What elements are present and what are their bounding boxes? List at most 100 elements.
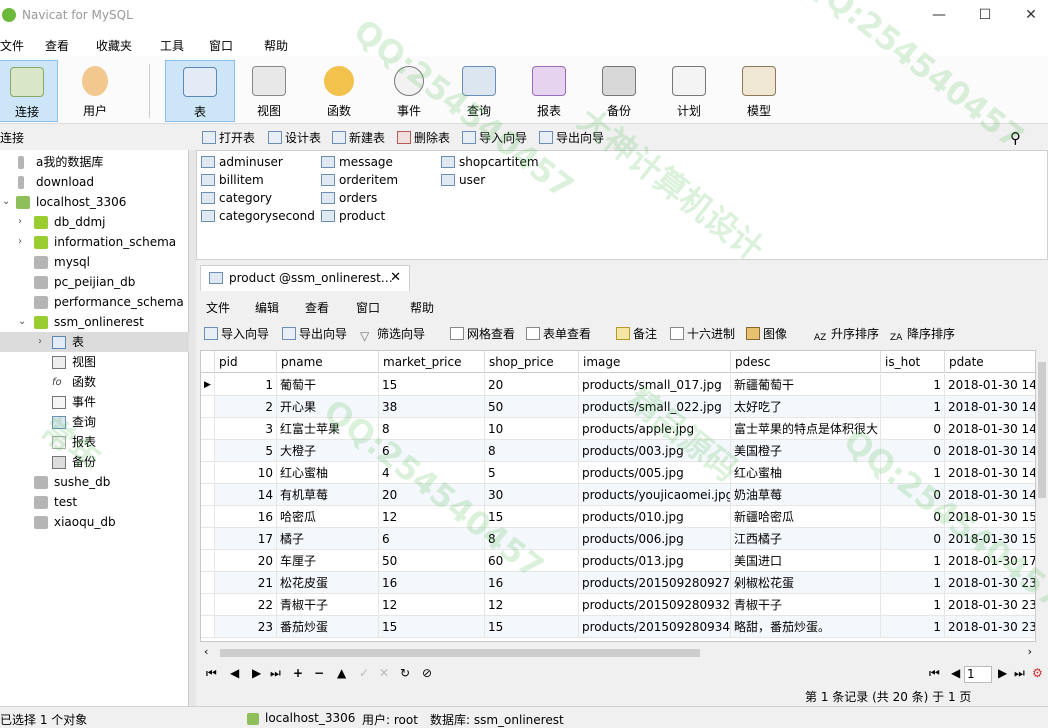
menu-favorites[interactable]: 收藏夹 [96,37,132,54]
column-header-market_price[interactable]: market_price [379,351,485,373]
cell-pdate[interactable]: 2018-01-30 23:31 [945,594,1035,616]
editor-menu-window[interactable]: 窗口 [356,299,380,316]
hex-button[interactable]: 十六进制 [670,325,735,343]
tree-item-my-db[interactable]: a我的数据库 [0,152,189,172]
tree-item-performance_schema[interactable]: performance_schema [0,292,189,312]
cell-image[interactable]: products/apple.jpg [579,418,731,440]
cell-is_hot[interactable]: 1 [881,462,945,484]
cell-market_price[interactable]: 4 [379,462,485,484]
cell-market_price[interactable]: 16 [379,572,485,594]
cell-shop_price[interactable]: 30 [485,484,579,506]
toolbar-report-button[interactable]: 报表 [518,60,580,122]
toolbar-function-button[interactable]: 函数 [308,60,370,122]
chevron-down-icon[interactable]: ⌄ [2,192,10,212]
cell-shop_price[interactable]: 10 [485,418,579,440]
table-item-message[interactable]: message [321,153,393,171]
tree-item-db_ddmj[interactable]: › db_ddmj [0,212,189,232]
cell-pid[interactable]: 2 [215,396,277,418]
first-page-icon[interactable]: ⏮ [929,666,940,681]
table-item-adminuser[interactable]: adminuser [201,153,283,171]
row-indicator[interactable] [201,616,215,638]
tree-item-functions[interactable]: fo 函数 [0,372,189,392]
chevron-right-icon[interactable]: › [18,212,22,232]
tree-item-xiaoqu_db[interactable]: xiaoqu_db [0,512,189,532]
sort-desc-button[interactable]: ZA 降序排序 [890,325,955,343]
cell-image[interactable]: products/small_022.jpg [579,396,731,418]
cell-image[interactable]: products/youjicaomei.jpg [579,484,731,506]
cell-shop_price[interactable]: 16 [485,572,579,594]
tab-close-icon[interactable]: ✕ [390,266,401,290]
last-record-icon[interactable]: ⏭ [270,666,281,681]
cell-market_price[interactable]: 38 [379,396,485,418]
cell-pdate[interactable]: 2018-01-30 14:59 [945,484,1035,506]
menu-tools[interactable]: 工具 [160,37,184,54]
cell-pdesc[interactable]: 红心蜜柚 [731,462,881,484]
cell-shop_price[interactable]: 8 [485,528,579,550]
cell-shop_price[interactable]: 12 [485,594,579,616]
tree-item-ssm_onlinerest[interactable]: ⌄ ssm_onlinerest [0,312,189,332]
cell-pname[interactable]: 番茄炒蛋 [277,616,379,638]
cell-shop_price[interactable]: 50 [485,396,579,418]
cell-image[interactable]: products/2015092809320 [579,594,731,616]
import-wizard-button[interactable]: 导入向导 [462,129,527,147]
cell-pdate[interactable]: 2018-01-30 14:50 [945,418,1035,440]
cell-pdesc[interactable]: 美国进口 [731,550,881,572]
cell-pname[interactable]: 葡萄干 [277,374,379,396]
cell-pdate[interactable]: 2018-01-30 14:54 [945,440,1035,462]
cell-market_price[interactable]: 15 [379,616,485,638]
cell-pname[interactable]: 橘子 [277,528,379,550]
cell-image[interactable]: products/2015092809341 [579,616,731,638]
cell-pid[interactable]: 20 [215,550,277,572]
filter-wizard-button[interactable]: ▽ 筛选向导 [360,325,425,343]
maximize-button[interactable]: ☐ [970,4,1000,26]
settings-icon[interactable]: ⚙ [1032,666,1043,680]
cell-pname[interactable]: 红富士苹果 [277,418,379,440]
cell-pdesc[interactable]: 略甜，番茄炒蛋。 [731,616,881,638]
chevron-down-icon[interactable]: ⌄ [18,312,26,332]
row-indicator[interactable] [201,594,215,616]
row-indicator[interactable] [201,528,215,550]
row-indicator[interactable] [201,418,215,440]
toolbar-view-button[interactable]: 视图 [238,60,300,122]
cell-shop_price[interactable]: 5 [485,462,579,484]
cell-pid[interactable]: 14 [215,484,277,506]
editor-menu-view[interactable]: 查看 [305,299,329,316]
design-table-button[interactable]: 设计表 [268,129,321,147]
export-wizard-button[interactable]: 导出向导 [539,129,604,147]
cell-pdate[interactable]: 2018-01-30 15:03 [945,528,1035,550]
row-indicator[interactable] [201,396,215,418]
cell-is_hot[interactable]: 0 [881,418,945,440]
cell-pname[interactable]: 红心蜜柚 [277,462,379,484]
move-up-icon[interactable]: ▲ [337,666,346,680]
cell-pid[interactable]: 22 [215,594,277,616]
cell-shop_price[interactable]: 8 [485,440,579,462]
cell-shop_price[interactable]: 15 [485,506,579,528]
column-header-pid[interactable]: pid [215,351,277,373]
apply-icon[interactable]: ✓ [359,666,369,680]
next-page-icon[interactable]: ▶ [998,666,1007,680]
tree-item-events[interactable]: 事件 [0,392,189,412]
cell-pname[interactable]: 大橙子 [277,440,379,462]
cell-image[interactable]: products/010.jpg [579,506,731,528]
form-view-button[interactable]: 表单查看 [526,325,591,343]
new-table-button[interactable]: 新建表 [332,129,385,147]
memo-button[interactable]: 备注 [616,325,657,343]
table-item-product[interactable]: product [321,207,385,225]
cancel-icon[interactable]: ✕ [379,666,389,680]
tree-item-test[interactable]: test [0,492,189,512]
cell-shop_price[interactable]: 20 [485,374,579,396]
menu-help[interactable]: 帮助 [264,37,288,54]
cell-pname[interactable]: 开心果 [277,396,379,418]
cell-pdesc[interactable]: 美国橙子 [731,440,881,462]
cell-pname[interactable]: 青椒干子 [277,594,379,616]
cell-pdesc[interactable]: 青椒干子 [731,594,881,616]
editor-menu-edit[interactable]: 编辑 [255,299,279,316]
cell-is_hot[interactable]: 1 [881,594,945,616]
toolbar-event-button[interactable]: 事件 [378,60,440,122]
chevron-right-icon[interactable]: › [18,232,22,252]
toolbar-backup-button[interactable]: 备份 [588,60,650,122]
cell-shop_price[interactable]: 60 [485,550,579,572]
toolbar-model-button[interactable]: 模型 [728,60,790,122]
row-indicator[interactable] [201,462,215,484]
cell-pdate[interactable]: 2018-01-30 14:44 [945,396,1035,418]
